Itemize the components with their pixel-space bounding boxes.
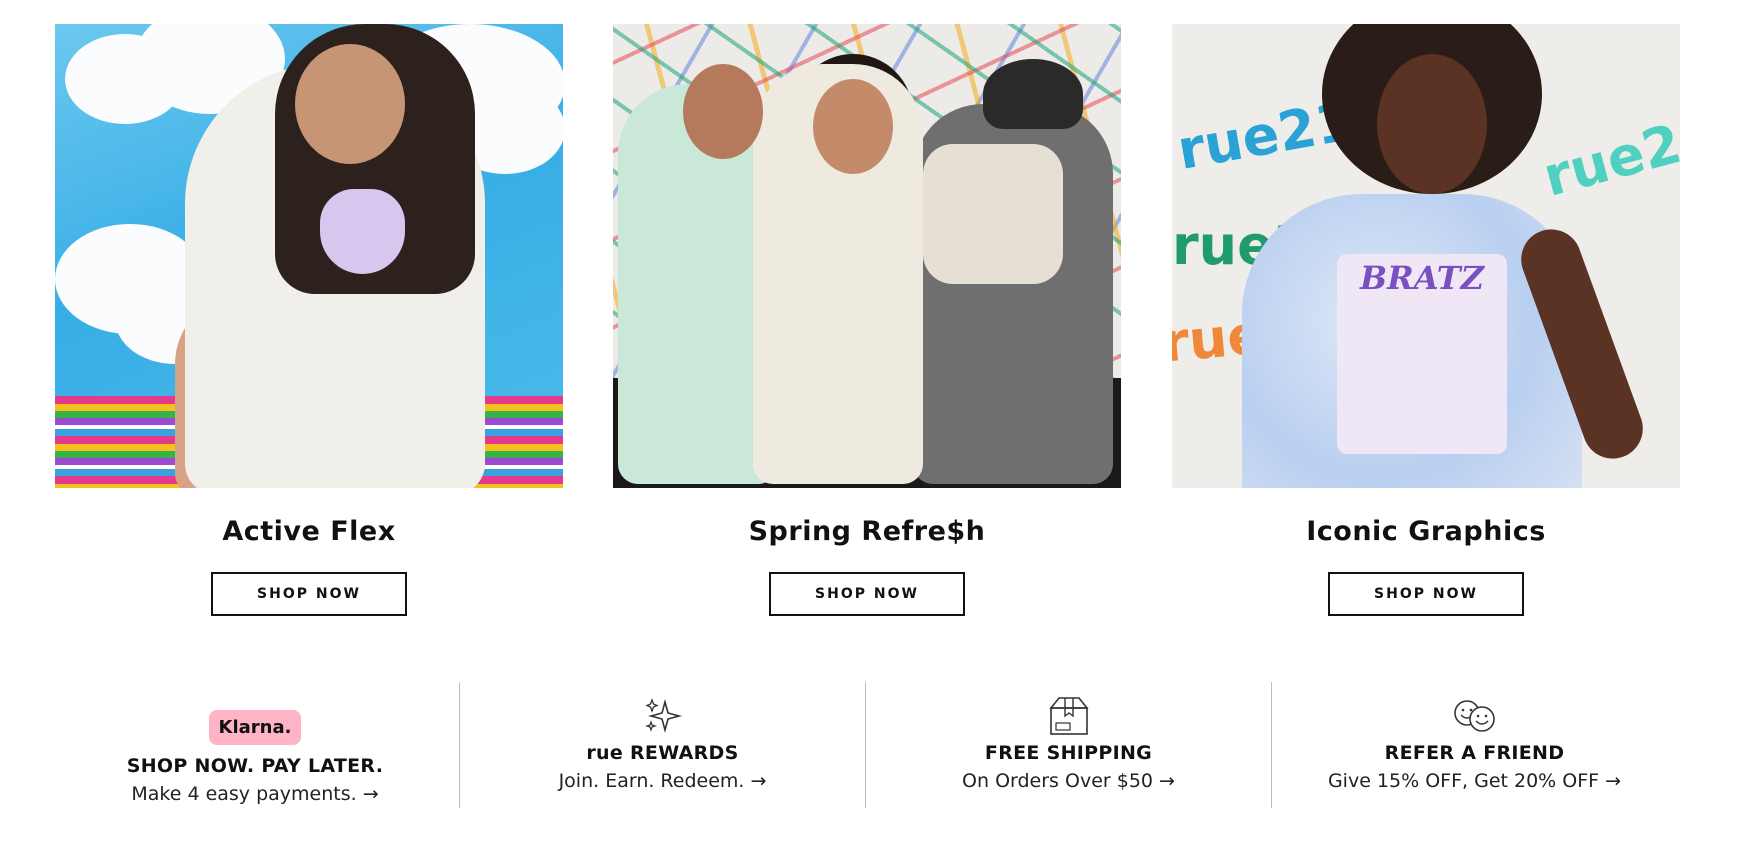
divider [865, 682, 866, 808]
shop-now-button[interactable]: SHOP NOW [769, 572, 965, 616]
feature-klarna[interactable]: Klarna. SHOP NOW. PAY LATER. Make 4 easy… [55, 682, 455, 808]
promo-title: Iconic Graphics [1306, 516, 1546, 547]
feature-heading: rue REWARDS [586, 742, 739, 764]
feature-shipping[interactable]: FREE SHIPPING On Orders Over $50 → [866, 682, 1271, 808]
divider [459, 682, 460, 808]
promo-title: Spring Refre$h [748, 516, 986, 547]
promo-title: Active Flex [222, 516, 396, 547]
divider [1271, 682, 1272, 808]
promo-card-spring-refresh: Spring Refre$h SHOP NOW [613, 24, 1121, 616]
feature-subtext[interactable]: Make 4 easy payments. → [55, 783, 455, 805]
shop-now-button[interactable]: SHOP NOW [211, 572, 407, 616]
promo-card-iconic-graphics: rue21 rue2 rue21 rue21 BRATZ Iconic Grap… [1172, 24, 1680, 616]
feature-subtext[interactable]: On Orders Over $50 → [866, 770, 1271, 792]
promo-image-active-flex[interactable] [55, 24, 563, 488]
feature-subtext[interactable]: Give 15% OFF, Get 20% OFF → [1272, 770, 1677, 792]
sparkles-icon [460, 694, 865, 738]
feature-subtext[interactable]: Join. Earn. Redeem. → [460, 770, 865, 792]
promo-card-active-flex: Active Flex SHOP NOW [55, 24, 563, 616]
feature-heading: REFER A FRIEND [1384, 742, 1565, 764]
shop-now-button[interactable]: SHOP NOW [1328, 572, 1524, 616]
promo-image-spring-refresh[interactable] [613, 24, 1121, 488]
feature-strip: Klarna. SHOP NOW. PAY LATER. Make 4 easy… [0, 682, 1758, 812]
feature-heading: SHOP NOW. PAY LATER. [126, 755, 384, 777]
smiley-faces-icon [1272, 694, 1677, 738]
feature-refer[interactable]: REFER A FRIEND Give 15% OFF, Get 20% OFF… [1272, 682, 1677, 808]
wall-text: rue21 [1536, 102, 1680, 209]
klarna-logo: Klarna. [208, 710, 302, 745]
promo-image-iconic-graphics[interactable]: rue21 rue2 rue21 rue21 BRATZ [1172, 24, 1680, 488]
feature-rewards[interactable]: rue REWARDS Join. Earn. Redeem. → [460, 682, 865, 808]
box-icon [866, 694, 1271, 738]
feature-heading: FREE SHIPPING [984, 742, 1153, 764]
tshirt-brand-text: BRATZ [1360, 259, 1484, 297]
